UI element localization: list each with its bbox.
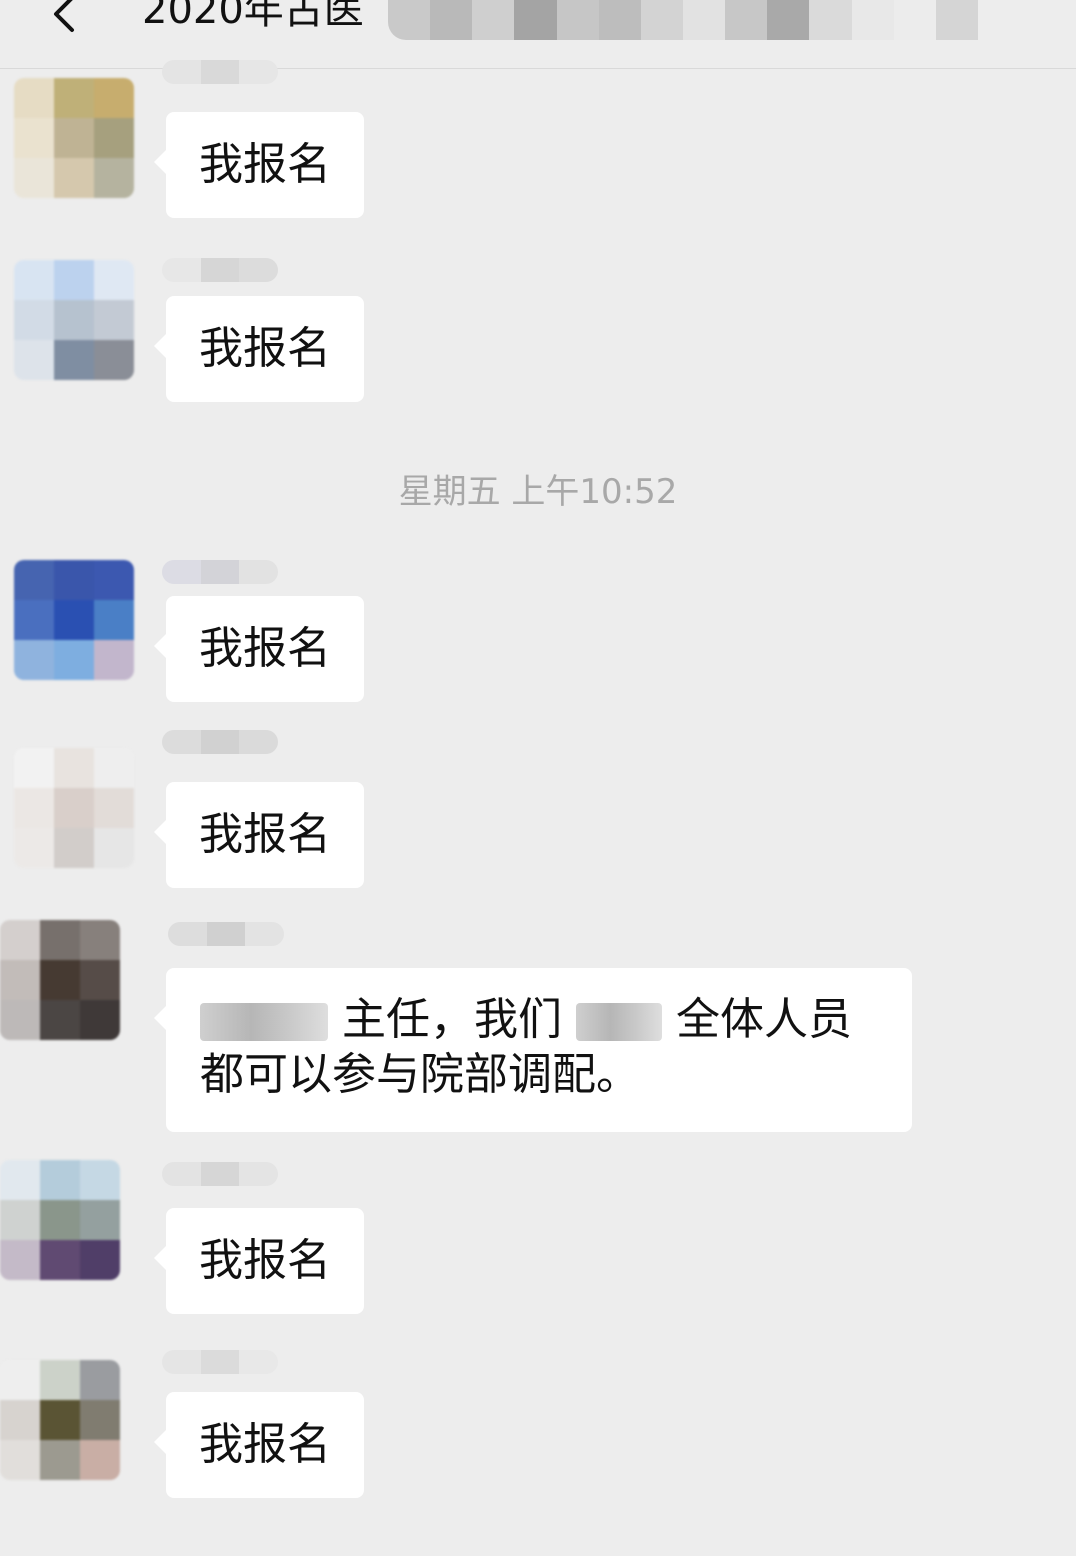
timestamp: 星期五 上午10:52 bbox=[398, 472, 678, 512]
redacted-nickname bbox=[162, 730, 278, 754]
redacted-nickname bbox=[162, 560, 278, 584]
message-bubble[interactable]: 主任，我们 全体人员都可以参与院部调配。 bbox=[154, 968, 912, 1132]
avatar[interactable] bbox=[14, 260, 134, 380]
redacted-nickname bbox=[162, 60, 278, 84]
redacted-nickname bbox=[162, 1350, 278, 1374]
redacted-nickname bbox=[162, 258, 278, 282]
redacted-nickname bbox=[162, 1162, 278, 1186]
chat-header: 2020年古医 bbox=[0, 0, 1076, 69]
avatar[interactable] bbox=[0, 920, 120, 1040]
message-bubble[interactable]: 我报名 bbox=[154, 1208, 364, 1314]
avatar[interactable] bbox=[0, 1160, 120, 1280]
message-text-part: 主任，我们 bbox=[342, 994, 562, 1045]
message-bubble[interactable]: 我报名 bbox=[154, 782, 364, 888]
message-bubble[interactable]: 我报名 bbox=[154, 596, 364, 702]
avatar[interactable] bbox=[14, 748, 134, 868]
redacted-nickname bbox=[168, 922, 284, 946]
redacted-department bbox=[576, 1003, 662, 1041]
avatar[interactable] bbox=[14, 78, 134, 198]
avatar[interactable] bbox=[0, 1360, 120, 1480]
message-bubble[interactable]: 我报名 bbox=[154, 1392, 364, 1498]
chevron-left-icon[interactable] bbox=[44, 0, 84, 34]
chat-title: 2020年古医 bbox=[142, 0, 364, 33]
redacted-name bbox=[200, 1003, 328, 1041]
redacted-title-mosaic bbox=[388, 0, 1020, 40]
message-bubble[interactable]: 我报名 bbox=[154, 296, 364, 402]
message-bubble[interactable]: 我报名 bbox=[154, 112, 364, 218]
avatar[interactable] bbox=[14, 560, 134, 680]
